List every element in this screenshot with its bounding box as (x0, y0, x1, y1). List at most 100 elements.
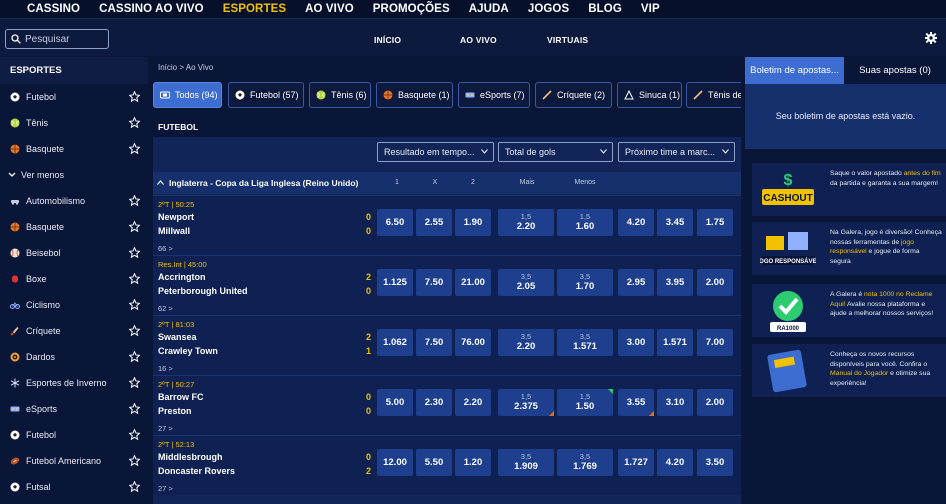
league-header[interactable]: Inglaterra - Copa da Liga Inglesa (Reino… (153, 172, 741, 194)
next-goal-away-button[interactable]: 3.50 (697, 449, 733, 476)
away-team[interactable]: Preston (158, 406, 192, 416)
odd-draw-button[interactable]: 2.30 (416, 389, 452, 416)
star-icon[interactable] (129, 325, 140, 336)
promo-card[interactable]: Conheça os novos recursos disponíveis pa… (752, 344, 946, 397)
home-team[interactable]: Swansea (158, 332, 197, 342)
odd-under-button[interactable]: 1,5 1.60 (557, 209, 613, 236)
odd-draw-button[interactable]: 7.50 (416, 269, 452, 296)
breadcrumb[interactable]: Início > Ao Vivo (158, 63, 213, 72)
home-team[interactable]: Newport (158, 212, 194, 222)
odd-draw-button[interactable]: 5.50 (416, 449, 452, 476)
more-markets-link[interactable]: 27 > (158, 484, 173, 493)
nav-cassino[interactable]: CASSINO (27, 3, 80, 15)
sidebar-item-basquete[interactable]: Basquete (0, 214, 148, 240)
star-icon[interactable] (129, 143, 140, 154)
odd-away-button[interactable]: 1.90 (455, 209, 491, 236)
promo-card[interactable]: CASHOUT $ Saque o valor apostado antes do … (752, 163, 946, 216)
sidebar-item-top-futebol[interactable]: Futebol (0, 84, 148, 110)
nav-ao-vivo[interactable]: AO VIVO (305, 3, 354, 15)
next-goal-home-button[interactable]: 1.727 (618, 449, 654, 476)
star-icon[interactable] (129, 117, 140, 128)
nav-vip[interactable]: VIP (641, 3, 660, 15)
star-icon[interactable] (129, 299, 140, 310)
more-markets-link[interactable]: 16 > (158, 364, 173, 373)
away-team[interactable]: Peterborough United (158, 286, 248, 296)
tab-virtuais[interactable]: VIRTUAIS (547, 35, 588, 45)
nav-promocoes[interactable]: PROMOÇÕES (373, 3, 450, 15)
home-team[interactable]: Accrington (158, 272, 206, 282)
star-icon[interactable] (129, 429, 140, 440)
away-team[interactable]: Crawley Town (158, 346, 218, 356)
sidebar-item-boxe[interactable]: Boxe (0, 266, 148, 292)
odd-draw-button[interactable]: 7.50 (416, 329, 452, 356)
filter-chip-basquete[interactable]: Basquete (1) (376, 82, 453, 108)
star-icon[interactable] (129, 377, 140, 388)
sidebar-item-dardos[interactable]: Dardos (0, 344, 148, 370)
star-icon[interactable] (129, 195, 140, 206)
search-box[interactable] (5, 29, 109, 49)
away-team[interactable]: Doncaster Rovers (158, 466, 235, 476)
next-goal-away-button[interactable]: 2.00 (697, 269, 733, 296)
star-icon[interactable] (129, 221, 140, 232)
filter-chip-futebol[interactable]: Futebol (57) (228, 82, 304, 108)
odd-over-button[interactable]: 1,5 2.20 (498, 209, 554, 236)
home-team[interactable]: Barrow FC (158, 392, 204, 402)
market-select-next-team[interactable]: Próximo time a marc... (618, 142, 735, 162)
sidebar-item-futebol-americano[interactable]: Futebol Americano (0, 448, 148, 474)
next-goal-home-button[interactable]: 2.95 (618, 269, 654, 296)
filter-chip-tenis[interactable]: Tênis (6) (309, 82, 371, 108)
tab-my-bets[interactable]: Suas apostas (0) (844, 57, 946, 84)
filter-chip-tenis-de[interactable]: Tênis de (686, 82, 741, 108)
odd-under-button[interactable]: 3,5 1.70 (557, 269, 613, 296)
next-goal-none-button[interactable]: 4.20 (657, 449, 693, 476)
star-icon[interactable] (129, 403, 140, 414)
tab-ao-vivo[interactable]: AO VIVO (460, 35, 497, 45)
sidebar-item-esports[interactable]: eSports (0, 396, 148, 422)
odd-over-button[interactable]: 3,5 2.05 (498, 269, 554, 296)
odd-over-button[interactable]: 1,5 2.375 (498, 389, 554, 416)
sidebar-item-futebol[interactable]: Futebol (0, 422, 148, 448)
nav-esportes[interactable]: ESPORTES (223, 3, 286, 15)
star-icon[interactable] (129, 91, 140, 102)
next-goal-none-button[interactable]: 3.45 (657, 209, 693, 236)
sidebar-item-beisebol[interactable]: Beisebol (0, 240, 148, 266)
odd-over-button[interactable]: 3,5 2.20 (498, 329, 554, 356)
sidebar-item-automobilismo[interactable]: Automobilismo (0, 188, 148, 214)
odd-away-button[interactable]: 1.20 (455, 449, 491, 476)
odd-over-button[interactable]: 3,5 1.909 (498, 449, 554, 476)
next-goal-home-button[interactable]: 4.20 (618, 209, 654, 236)
odd-home-button[interactable]: 1.062 (377, 329, 413, 356)
nav-jogos[interactable]: JOGOS (528, 3, 569, 15)
odd-under-button[interactable]: 3,5 1.571 (557, 329, 613, 356)
star-icon[interactable] (129, 481, 140, 492)
filter-chip-todos[interactable]: Todos (94) (153, 82, 222, 108)
promo-highlight[interactable]: Manual do Jogador (830, 370, 888, 377)
next-goal-none-button[interactable]: 3.95 (657, 269, 693, 296)
odd-away-button[interactable]: 76.00 (455, 329, 491, 356)
filter-chip-sinuca[interactable]: Sinuca (1) (617, 82, 682, 108)
search-input[interactable] (25, 33, 105, 45)
odd-under-button[interactable]: 3,5 1.769 (557, 449, 613, 476)
next-goal-away-button[interactable]: 1.75 (697, 209, 733, 236)
star-icon[interactable] (129, 455, 140, 466)
filter-chip-esports[interactable]: eSports (7) (458, 82, 530, 108)
sidebar-item-ciclismo[interactable]: Ciclismo (0, 292, 148, 318)
gear-icon[interactable] (925, 32, 937, 44)
next-goal-none-button[interactable]: 3.10 (657, 389, 693, 416)
next-goal-none-button[interactable]: 1.571 (657, 329, 693, 356)
odd-home-button[interactable]: 6.50 (377, 209, 413, 236)
next-goal-away-button[interactable]: 7.00 (697, 329, 733, 356)
more-markets-link[interactable]: 62 > (158, 304, 173, 313)
sidebar-item-futsal[interactable]: Futsal (0, 474, 148, 500)
sidebar-item-criquete[interactable]: Críquete (0, 318, 148, 344)
odd-home-button[interactable]: 12.00 (377, 449, 413, 476)
odd-home-button[interactable]: 5.00 (377, 389, 413, 416)
odd-home-button[interactable]: 1.125 (377, 269, 413, 296)
star-icon[interactable] (129, 351, 140, 362)
next-goal-home-button[interactable]: 3.55 (618, 389, 654, 416)
odd-under-button[interactable]: 1,5 1.50 (557, 389, 613, 416)
promo-card[interactable]: RA1000 A Galera é nota 1000 no Reclame Aq… (752, 284, 946, 337)
promo-card[interactable]: JOGO RESPONSÁVEL Na Galera, jogo é divers… (752, 222, 946, 275)
odd-away-button[interactable]: 2.20 (455, 389, 491, 416)
market-select-result[interactable]: Resultado em tempo... (377, 142, 494, 162)
